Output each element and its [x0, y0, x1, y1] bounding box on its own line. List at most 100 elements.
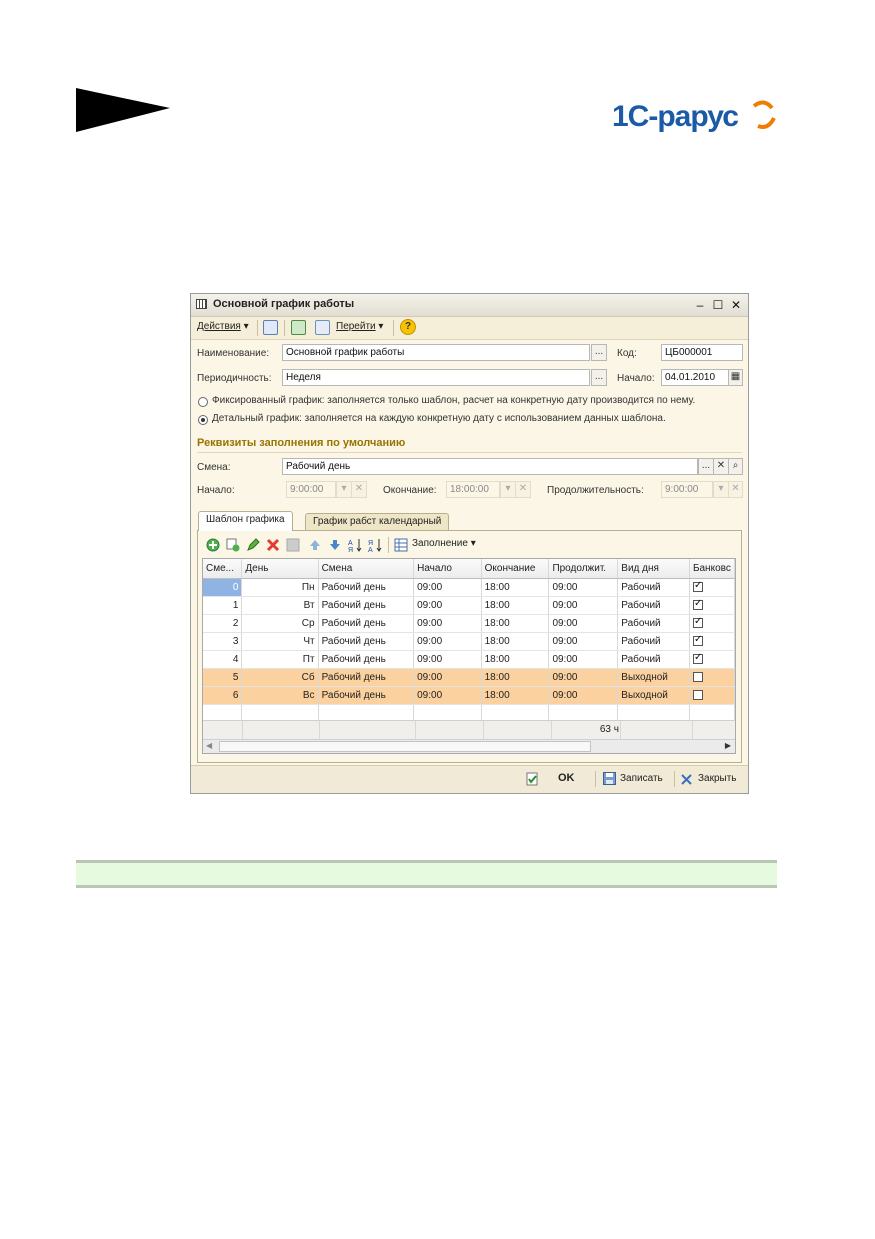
name-select-button[interactable]: ... [591, 344, 607, 361]
bank-day-checkbox[interactable] [692, 652, 703, 664]
cell-end[interactable]: 18:00 [481, 596, 550, 615]
cell-n[interactable]: 1 [203, 596, 243, 615]
column-header[interactable]: Сме... [203, 559, 243, 579]
cell-dur[interactable]: 09:00 [548, 578, 619, 597]
cell-bank[interactable] [689, 614, 735, 633]
table-row[interactable]: 1 Вт Рабочий день 09:00 18:00 09:00 Рабочий [203, 596, 735, 615]
duration-clear-icon[interactable]: ✕ [728, 481, 743, 498]
cell-kind[interactable]: Рабочий [617, 614, 690, 633]
fill-menu[interactable]: Заполнение ▾ [412, 538, 476, 549]
cell-bank[interactable] [689, 578, 735, 597]
name-field[interactable]: Основной график работы [282, 344, 590, 361]
cell-shift[interactable]: Рабочий день [318, 578, 415, 597]
cell-start[interactable]: 09:00 [413, 650, 482, 669]
column-header[interactable]: Продолжит. [548, 559, 619, 579]
help-icon[interactable]: ? [400, 319, 416, 335]
cell-dur[interactable]: 09:00 [548, 686, 619, 705]
cell-kind[interactable]: Выходной [617, 686, 690, 705]
cell-day[interactable]: Ср [241, 614, 319, 633]
tab-template[interactable]: Шаблон графика [198, 511, 293, 531]
cell-day[interactable]: Чт [241, 632, 319, 651]
cell-day[interactable]: Вс [241, 686, 319, 705]
ok-button[interactable]: OK [558, 772, 575, 784]
search-icon[interactable]: ⌕ [728, 458, 743, 475]
tab-calendar[interactable]: График рабст календарный [305, 513, 450, 530]
end-edit-icon[interactable] [286, 538, 300, 552]
move-down-icon[interactable] [328, 538, 342, 552]
cell-shift[interactable]: Рабочий день [318, 668, 415, 687]
cell-shift[interactable]: Рабочий день [318, 632, 415, 651]
cell-end[interactable]: 18:00 [481, 578, 550, 597]
cell-day[interactable]: Пн [241, 578, 319, 597]
cell-start[interactable]: 09:00 [413, 578, 482, 597]
column-header[interactable]: Окончание [481, 559, 550, 579]
horizontal-scrollbar[interactable]: ◀ ▶ [203, 739, 735, 753]
save-and-close-icon[interactable] [263, 320, 278, 335]
column-header[interactable]: Начало [413, 559, 482, 579]
fill-table-icon[interactable] [394, 538, 408, 552]
cell-end[interactable]: 18:00 [481, 650, 550, 669]
clear-icon[interactable]: ✕ [713, 458, 729, 475]
period-field[interactable]: Неделя [282, 369, 590, 386]
duration-dropdown-icon[interactable]: ▾ [713, 481, 729, 498]
cell-dur[interactable]: 09:00 [548, 596, 619, 615]
cell-bank[interactable] [689, 596, 735, 615]
cell-start[interactable]: 09:00 [413, 614, 482, 633]
actions-menu[interactable]: Действия ▾ [197, 321, 249, 332]
cell-n[interactable]: 3 [203, 632, 243, 651]
sort-asc-icon[interactable]: AЯ [348, 538, 362, 552]
cell-end[interactable]: 18:00 [481, 632, 550, 651]
cell-day[interactable]: Пт [241, 650, 319, 669]
cell-bank[interactable] [689, 650, 735, 669]
cell-n[interactable]: 0 [203, 578, 243, 597]
calendar-icon[interactable]: ▦ [728, 369, 743, 386]
cell-kind[interactable]: Рабочий [617, 578, 690, 597]
scroll-right-icon[interactable]: ▶ [725, 741, 731, 750]
bank-day-checkbox[interactable] [692, 689, 703, 700]
sort-desc-icon[interactable]: ЯA [368, 538, 382, 552]
cell-start[interactable]: 09:00 [413, 632, 482, 651]
bank-day-checkbox[interactable] [692, 616, 703, 628]
cell-bank[interactable] [689, 632, 735, 651]
cell-bank[interactable] [689, 686, 735, 705]
bank-day-checkbox[interactable] [692, 580, 703, 592]
cell-day[interactable]: Сб [241, 668, 319, 687]
table-row[interactable]: 2 Ср Рабочий день 09:00 18:00 09:00 Рабочий [203, 614, 735, 633]
move-up-icon[interactable] [308, 538, 322, 552]
cell-kind[interactable]: Выходной [617, 668, 690, 687]
table-row[interactable]: 6 Вс Рабочий день 09:00 18:00 09:00 Выходной [203, 686, 735, 705]
scroll-left-icon[interactable]: ◀ [206, 741, 212, 750]
cell-shift[interactable]: Рабочий день [318, 686, 415, 705]
scrollbar-thumb[interactable] [219, 741, 591, 752]
delete-row-icon[interactable] [266, 538, 280, 552]
minimize-button[interactable]: – [692, 297, 708, 313]
time-start-field[interactable]: 9:00:00 [286, 481, 336, 498]
cell-dur[interactable]: 09:00 [548, 632, 619, 651]
close-window-button[interactable]: ✕ [728, 297, 744, 313]
cell-n[interactable]: 4 [203, 650, 243, 669]
start-date-field[interactable]: 04.01.2010 [661, 369, 729, 386]
shift-field[interactable]: Рабочий день [282, 458, 698, 475]
shift-select-button[interactable]: ... [698, 458, 714, 475]
time-end-dropdown-icon[interactable]: ▾ [500, 481, 516, 498]
bank-day-checkbox[interactable] [692, 598, 703, 610]
cell-kind[interactable]: Рабочий [617, 650, 690, 669]
save-button[interactable]: Записать [620, 773, 663, 784]
bank-day-checkbox[interactable] [692, 634, 703, 646]
refresh-icon[interactable] [291, 320, 306, 335]
cell-start[interactable]: 09:00 [413, 596, 482, 615]
time-end-field[interactable]: 18:00:00 [446, 481, 500, 498]
column-header[interactable]: Вид дня [617, 559, 690, 579]
goto-menu[interactable]: Перейти ▾ [336, 321, 383, 332]
copy-row-icon[interactable] [226, 538, 240, 552]
table-row[interactable]: 3 Чт Рабочий день 09:00 18:00 09:00 Рабочий [203, 632, 735, 651]
bank-day-checkbox[interactable] [692, 671, 703, 682]
period-select-button[interactable]: ... [591, 369, 607, 386]
table-row[interactable]: 4 Пт Рабочий день 09:00 18:00 09:00 Рабочий [203, 650, 735, 669]
code-field[interactable]: ЦБ000001 [661, 344, 743, 361]
cell-n[interactable]: 2 [203, 614, 243, 633]
maximize-button[interactable]: ☐ [710, 297, 726, 313]
table-row[interactable]: 5 Сб Рабочий день 09:00 18:00 09:00 Выходной [203, 668, 735, 687]
time-end-clear-icon[interactable]: ✕ [515, 481, 531, 498]
cell-shift[interactable]: Рабочий день [318, 650, 415, 669]
